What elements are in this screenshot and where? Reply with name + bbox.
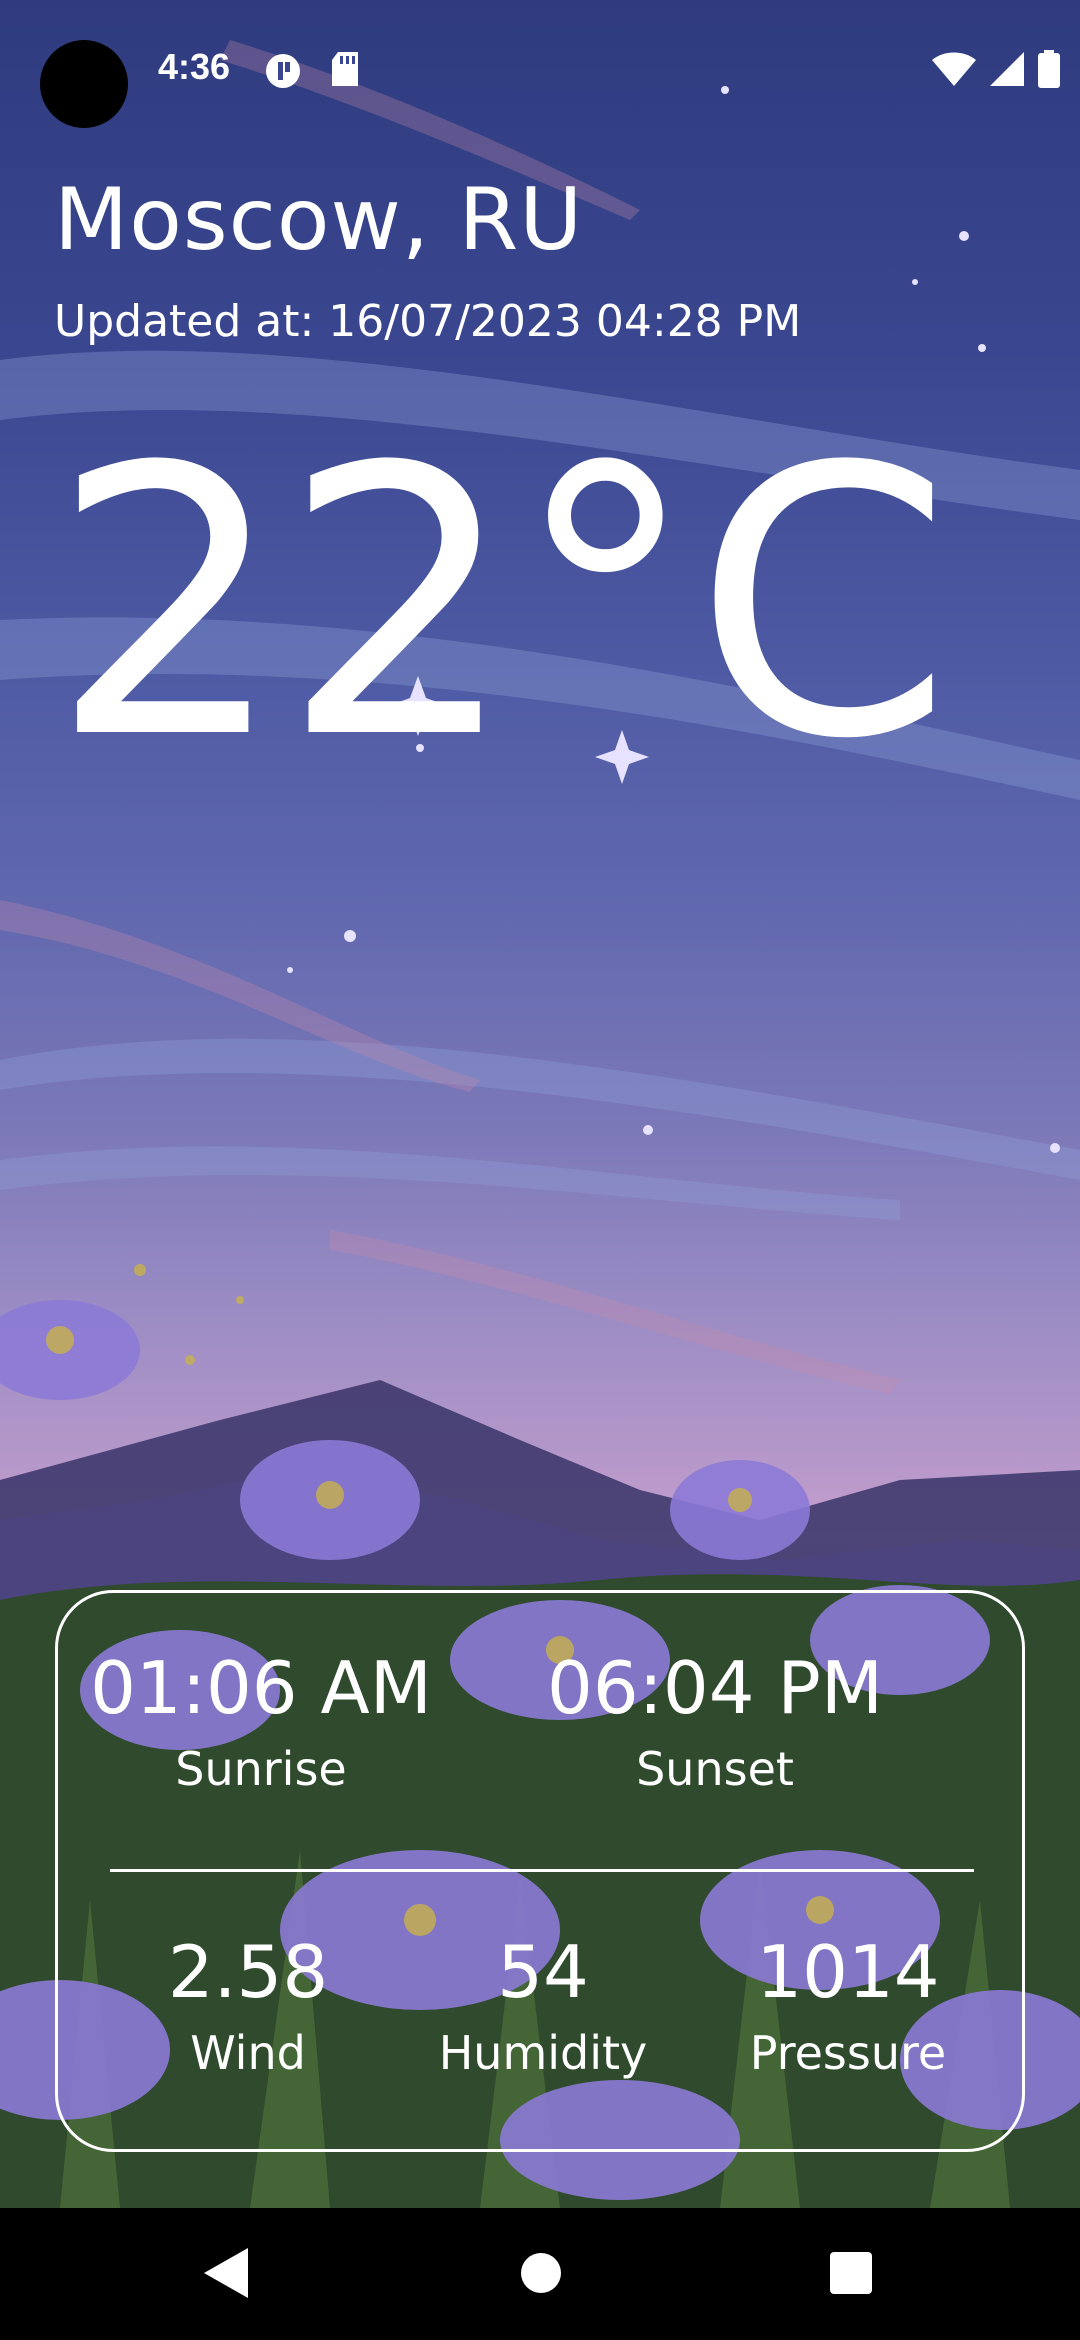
wifi-icon — [932, 52, 976, 86]
card-divider — [110, 1869, 974, 1872]
weather-screen: 4:36 Moscow, RU Updated at: 16/07/2023 0… — [0, 0, 1080, 2340]
humidity-value: 54 — [497, 1930, 589, 2014]
wind-label: Wind — [190, 2026, 306, 2081]
city-name: Moscow, RU — [54, 170, 584, 270]
sunrise-label: Sunrise — [175, 1742, 347, 1797]
navigation-bar — [0, 2208, 1080, 2340]
battery-icon — [1038, 50, 1060, 88]
status-time: 4:36 — [158, 46, 231, 87]
sunset-detail: 06:04 PM Sunset — [492, 1646, 938, 1797]
pressure-detail: 1014 Pressure — [718, 1930, 978, 2081]
updated-at: Updated at: 16/07/2023 04:28 PM — [54, 296, 802, 347]
temperature: 22°C — [50, 390, 952, 820]
sunrise-detail: 01:06 AM Sunrise — [38, 1646, 484, 1797]
sunrise-value: 01:06 AM — [90, 1646, 432, 1730]
sunset-label: Sunset — [636, 1742, 794, 1797]
sd-card-icon — [332, 52, 358, 86]
data-saver-icon — [266, 54, 300, 88]
front-camera — [40, 40, 128, 128]
status-icons — [932, 50, 1060, 88]
status-bar: 4:36 — [0, 0, 1080, 140]
pressure-label: Pressure — [749, 2026, 947, 2081]
home-icon[interactable] — [520, 2252, 562, 2294]
wind-detail: 2.58 Wind — [138, 1930, 358, 2081]
wind-value: 2.58 — [167, 1930, 329, 2014]
sunset-value: 06:04 PM — [547, 1646, 883, 1730]
humidity-detail: 54 Humidity — [418, 1930, 668, 2081]
recents-icon[interactable] — [830, 2252, 872, 2294]
signal-icon — [990, 52, 1024, 86]
humidity-label: Humidity — [438, 2026, 648, 2081]
back-icon[interactable] — [204, 2248, 248, 2298]
details-card: 01:06 AM Sunrise 06:04 PM Sunset 2.58 Wi… — [55, 1590, 1025, 2152]
pressure-value: 1014 — [756, 1930, 940, 2014]
